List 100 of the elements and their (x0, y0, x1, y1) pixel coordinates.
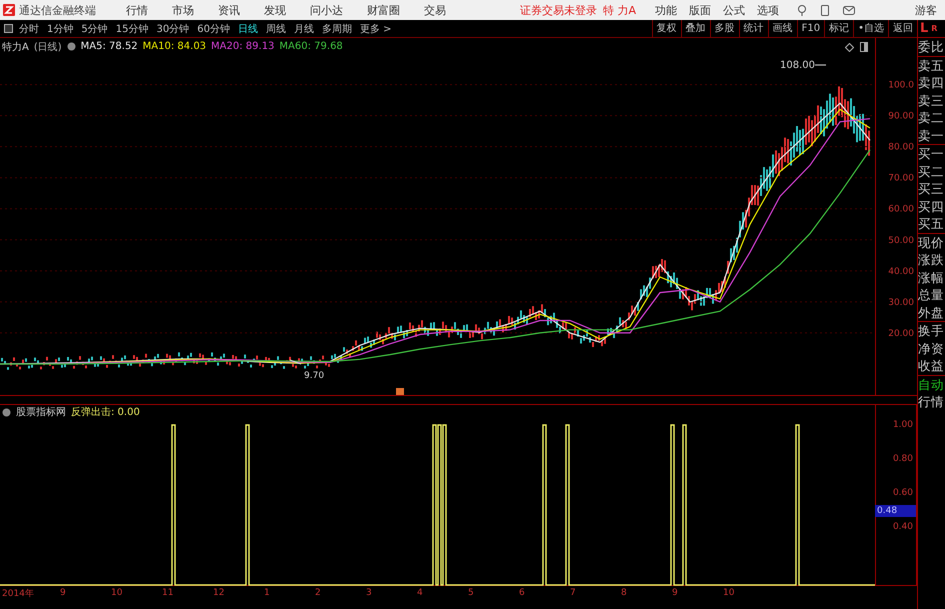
bulb-icon[interactable] (797, 4, 807, 16)
date-label: 10 (110, 588, 124, 598)
corner-label: L (920, 22, 928, 36)
mail-icon[interactable] (843, 6, 855, 14)
toolbar-button[interactable]: 统计 (738, 20, 768, 37)
menu-item[interactable]: 行情 (126, 2, 148, 18)
date-label: 12 (212, 588, 226, 598)
menu-item[interactable]: 版面 (689, 2, 711, 18)
toolbar-button[interactable]: 返回 (888, 20, 917, 37)
date-label: 5 (467, 588, 475, 598)
period-tab[interactable]: 月线 (294, 22, 314, 36)
period-tab[interactable]: 60分钟 (197, 22, 230, 36)
toolbar-button[interactable]: •自选 (853, 20, 888, 37)
quote-label: 买四 (918, 198, 945, 215)
quote-label: 换手 (918, 322, 945, 340)
stock-title: 特力A (2, 40, 29, 54)
period-tab[interactable]: 多周期 (322, 22, 352, 36)
menu-item[interactable]: 选项 (757, 2, 779, 18)
quote-label: 涨跌 (918, 251, 945, 268)
axis-label: 60.00 (888, 204, 914, 215)
axis-label: 0.80 (892, 453, 913, 465)
period-tab[interactable]: 分时 (19, 22, 39, 36)
circle-icon[interactable] (2, 408, 11, 416)
axis-label: 50.00 (888, 236, 914, 246)
menu-item[interactable]: 资讯 (218, 2, 240, 18)
login-status: 证券交易未登录 (520, 2, 597, 18)
axis-label: 20.00 (888, 328, 914, 339)
quote-label: 卖三 (918, 92, 945, 109)
circle-icon[interactable] (66, 42, 76, 51)
panel-icon[interactable] (860, 42, 868, 52)
axis-label: 0.60 (892, 487, 913, 499)
quote-label: 收益 (918, 357, 945, 374)
app-name: 通达信金融终端 (19, 2, 96, 18)
axis-label: 40.00 (888, 266, 914, 277)
menu-item[interactable]: 公式 (723, 2, 745, 18)
period-tab[interactable]: 5分钟 (81, 22, 108, 36)
menu-item[interactable]: 市场 (172, 2, 194, 18)
menu-item[interactable]: 交易 (424, 2, 446, 18)
mode-tab[interactable]: 自动 (918, 376, 945, 393)
axis-label: 80.00 (888, 142, 914, 153)
quote-label: 卖二 (918, 109, 945, 126)
cursor-value: 0.48 (875, 505, 916, 517)
logo-icon (3, 4, 15, 16)
quote-label: 涨幅 (918, 268, 945, 286)
quote-label: 外盘 (918, 304, 945, 321)
quote-label: 买三 (918, 180, 945, 198)
toolbar-button[interactable]: 多股 (710, 20, 739, 37)
mode-tab[interactable]: 行情 (918, 393, 945, 410)
toolbar-button[interactable]: 叠加 (680, 20, 710, 37)
ma-value: MA10: 84.03 (142, 41, 206, 52)
toolbar-button[interactable]: 画线 (768, 20, 797, 37)
stock-name: 特 力A (603, 2, 636, 18)
indicator-name: 反弹出击: 0.00 (71, 406, 140, 419)
date-label: 6 (518, 588, 526, 598)
period-tab[interactable]: 周线 (266, 22, 286, 36)
square-icon[interactable] (4, 24, 13, 33)
date-label: 11 (161, 588, 174, 598)
phone-icon[interactable] (821, 4, 829, 16)
date-label: 9 (59, 588, 67, 598)
date-label: 4 (416, 588, 424, 598)
menu-item[interactable]: 发现 (264, 2, 286, 18)
period-label: (日线) (34, 40, 62, 54)
quote-label: 买一 (918, 145, 945, 162)
diamond-icon[interactable] (845, 43, 854, 52)
date-label: 2014年 (1, 588, 35, 600)
date-label: 10 (722, 588, 736, 598)
quote-label: 卖五 (918, 56, 945, 74)
toolbar-button[interactable]: F10 (796, 20, 824, 37)
date-label: 2 (314, 588, 322, 598)
axis-label: 1.00 (892, 419, 913, 431)
date-label: 1 (263, 588, 271, 598)
menu-item[interactable]: 问小达 (310, 2, 343, 18)
period-tab[interactable]: 更多 > (360, 22, 392, 36)
quote-label: 卖四 (918, 74, 945, 92)
menu-item[interactable]: 财富圈 (367, 2, 400, 18)
quote-label: 委比 (918, 38, 945, 56)
date-label: 7 (569, 588, 577, 598)
toolbar-button[interactable]: 标记 (824, 20, 854, 37)
leader-line (814, 64, 826, 66)
menu-item[interactable]: 功能 (655, 2, 677, 18)
toolbar-button[interactable]: 复权 (652, 20, 681, 37)
high-price-label: 108.00 (780, 60, 815, 71)
period-tab[interactable]: 30分钟 (156, 22, 190, 36)
axis-label: 70.00 (888, 174, 914, 184)
date-label: 3 (365, 588, 373, 598)
quote-label: 买五 (918, 215, 945, 232)
date-label: 9 (671, 588, 679, 598)
quote-label: 总量 (918, 286, 945, 304)
period-tab[interactable]: 1分钟 (47, 22, 74, 36)
indicator-source: 股票指标网 (16, 406, 66, 419)
marker-icon (396, 388, 404, 395)
quote-label: 买二 (918, 162, 945, 180)
ma-value: MA60: 79.68 (279, 41, 343, 52)
user-name[interactable]: 游客 (915, 2, 937, 18)
axis-label: 100.0 (888, 80, 914, 91)
ma-value: MA5: 78.52 (80, 41, 138, 52)
corner-label: R (931, 24, 938, 34)
period-tab[interactable]: 15分钟 (116, 22, 148, 36)
axis-label: 0.40 (892, 521, 913, 533)
period-tab[interactable]: 日线 (238, 22, 258, 36)
